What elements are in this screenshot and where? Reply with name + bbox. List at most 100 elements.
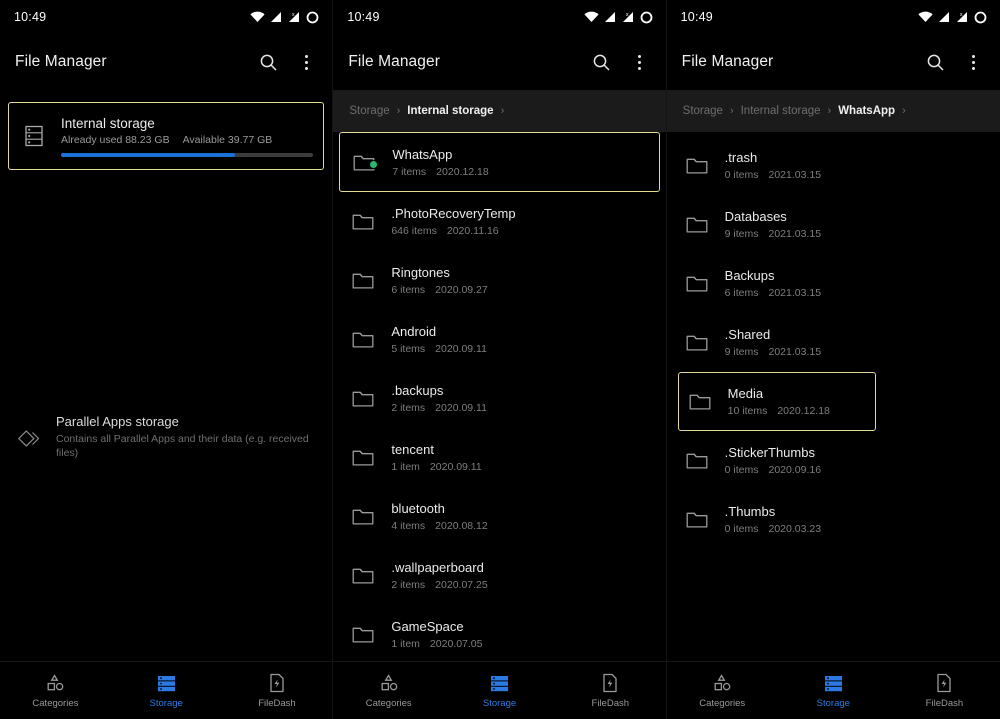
status-bar: 10:49 x <box>333 0 665 34</box>
file-meta: 2 items 2020.07.25 <box>391 579 487 591</box>
nav-item-categories[interactable]: Categories <box>0 673 111 709</box>
file-name: Backups <box>724 268 775 283</box>
file-name: .PhotoRecoveryTemp <box>391 206 516 221</box>
file-row-info: .Thumbs 0 items 2020.03.23 <box>725 504 821 535</box>
file-meta: 1 item 2020.09.11 <box>391 461 481 473</box>
file-date: 2021.03.15 <box>768 169 822 181</box>
file-meta: 1 item 2020.07.05 <box>391 638 482 650</box>
file-meta: 9 items 2021.03.15 <box>725 346 821 358</box>
nav-item-filedash[interactable]: FileDash <box>555 673 666 709</box>
breadcrumb-item-storage[interactable]: Storage <box>349 105 389 117</box>
filedash-icon <box>268 673 286 693</box>
folder-icon <box>348 330 378 349</box>
internal-storage-usage: Already used 88.23 GB Available 39.77 GB <box>61 134 313 146</box>
breadcrumb-item-internal-storage[interactable]: Internal storage <box>407 105 493 117</box>
file-row[interactable]: Android 5 items 2020.09.11 <box>333 310 665 369</box>
file-meta: 0 items 2020.03.23 <box>725 523 821 535</box>
storage-icon <box>489 673 510 693</box>
search-icon[interactable] <box>922 48 950 76</box>
app-bar: File Manager <box>667 34 1000 90</box>
nav-item-categories[interactable]: Categories <box>667 673 778 709</box>
file-item-count: 9 items <box>724 228 759 240</box>
nav-item-storage[interactable]: Storage <box>111 673 222 709</box>
internal-storage-card[interactable]: Internal storage Already used 88.23 GB A… <box>8 102 325 170</box>
nav-item-label: FileDash <box>591 697 630 709</box>
chevron-right-icon: › <box>396 105 401 117</box>
file-row[interactable]: Backups 6 items 2021.03.15 <box>667 254 1000 313</box>
file-item-count: 1 item <box>391 461 420 473</box>
file-item-count: 7 items <box>392 165 427 178</box>
file-date: 2020.12.18 <box>436 165 489 178</box>
file-row[interactable]: .backups 2 items 2020.09.11 <box>333 369 665 428</box>
file-meta: 5 items 2020.09.11 <box>391 343 487 355</box>
folder-icon <box>682 215 712 234</box>
storage-icon <box>156 673 177 693</box>
file-meta: 4 items 2020.08.12 <box>391 520 487 532</box>
file-item-count: 0 items <box>724 169 759 181</box>
file-row[interactable]: .StickerThumbs 0 items 2020.09.16 <box>667 431 1000 490</box>
file-row[interactable]: .Thumbs 0 items 2020.03.23 <box>667 490 1000 549</box>
file-date: 2021.03.15 <box>768 287 822 299</box>
file-meta: 646 items 2020.11.16 <box>391 225 515 237</box>
bottom-navigation: Categories Storage FileDash <box>0 661 333 719</box>
signal-icon <box>938 12 949 22</box>
internal-storage-title: Internal storage <box>61 115 155 131</box>
file-row[interactable]: Ringtones 6 items 2020.09.27 <box>333 251 665 310</box>
file-row[interactable]: Databases 9 items 2021.03.15 <box>667 195 1000 254</box>
file-name: Media <box>727 386 764 401</box>
chevron-right-icon: › <box>827 105 832 117</box>
nav-item-label: Storage <box>149 697 183 709</box>
page-title: File Manager <box>348 53 440 70</box>
file-row-info: .Shared 9 items 2021.03.15 <box>725 327 821 358</box>
more-vertical-icon[interactable] <box>292 48 320 76</box>
file-name: .Shared <box>724 327 771 342</box>
parallel-apps-storage-row[interactable]: Parallel Apps storage Contains all Paral… <box>0 414 332 460</box>
file-row[interactable]: .trash 0 items 2021.03.15 <box>667 136 1000 195</box>
status-time: 10:49 <box>14 10 47 24</box>
file-row[interactable]: WhatsApp 7 items 2020.12.18 <box>339 132 660 192</box>
more-vertical-icon[interactable] <box>960 48 988 76</box>
file-date: 2020.09.27 <box>435 284 488 296</box>
file-row[interactable]: bluetooth 4 items 2020.08.12 <box>333 487 665 546</box>
chevron-right-icon: › <box>500 105 505 117</box>
search-icon[interactable] <box>254 48 282 76</box>
storage-icon <box>823 673 844 693</box>
folder-icon <box>682 274 712 293</box>
file-row[interactable]: tencent 1 item 2020.09.11 <box>333 428 665 487</box>
panel-storage-root: 10:49 x File Manager Internal storage Al… <box>0 0 334 719</box>
storage-progress-fill <box>61 152 235 157</box>
file-row[interactable]: .Shared 9 items 2021.03.15 <box>667 313 1000 372</box>
search-icon[interactable] <box>588 48 616 76</box>
storage-progress-bar <box>61 152 313 157</box>
file-meta: 0 items 2020.09.16 <box>725 464 821 476</box>
folder-icon <box>685 392 715 411</box>
nav-item-filedash[interactable]: FileDash <box>889 673 1000 709</box>
file-row-info: Databases 9 items 2021.03.15 <box>725 209 821 240</box>
file-item-count: 10 items <box>727 405 768 417</box>
breadcrumb-item-storage[interactable]: Storage <box>683 105 723 117</box>
nav-item-storage[interactable]: Storage <box>444 673 555 709</box>
file-list: WhatsApp 7 items 2020.12.18 .PhotoRecoveryT… <box>333 132 665 661</box>
file-item-count: 6 items <box>724 287 759 299</box>
breadcrumb-item-whatsapp[interactable]: WhatsApp <box>838 105 895 117</box>
parallel-apps-title: Parallel Apps storage <box>56 414 179 429</box>
categories-icon <box>712 673 732 693</box>
file-row[interactable]: .wallpaperboard 2 items 2020.07.25 <box>333 546 665 605</box>
file-row-info: Android 5 items 2020.09.11 <box>391 324 487 355</box>
signal-x-icon: x <box>622 12 633 22</box>
nav-item-storage[interactable]: Storage <box>778 673 889 709</box>
nav-item-label: Categories <box>32 697 79 709</box>
categories-icon <box>379 673 399 693</box>
breadcrumb-item-internal-storage[interactable]: Internal storage <box>741 105 821 117</box>
storage-available-label: Available 39.77 GB <box>182 133 273 146</box>
nav-item-filedash[interactable]: FileDash <box>222 673 333 709</box>
nav-item-categories[interactable]: Categories <box>333 673 444 709</box>
file-row[interactable]: .PhotoRecoveryTemp 646 items 2020.11.16 <box>333 192 665 251</box>
file-date: 2021.03.15 <box>768 346 822 358</box>
file-name: bluetooth <box>391 501 445 516</box>
file-name: .StickerThumbs <box>724 445 815 460</box>
more-vertical-icon[interactable] <box>626 48 654 76</box>
categories-icon <box>45 673 65 693</box>
file-row[interactable]: Media 10 items 2020.12.18 <box>677 372 876 431</box>
file-row[interactable]: GameSpace 1 item 2020.07.05 <box>333 605 665 664</box>
